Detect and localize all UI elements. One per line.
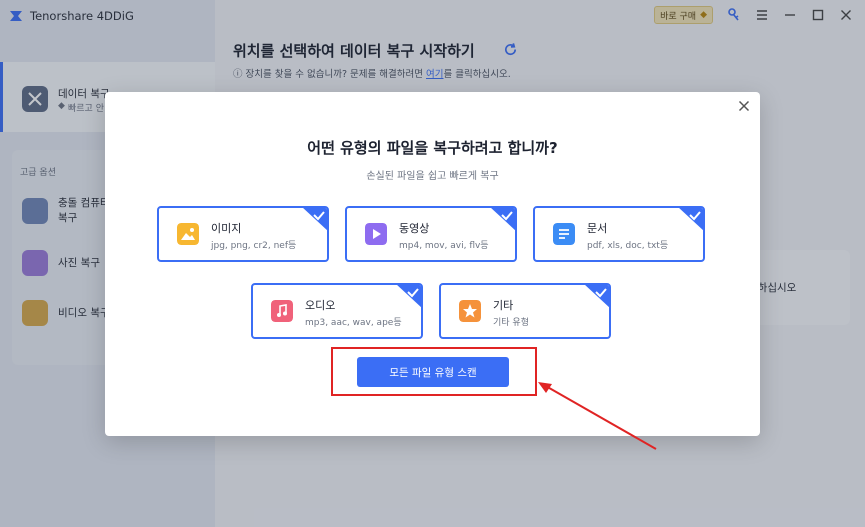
- file-type-name: 동영상: [399, 222, 430, 235]
- checkmark-icon: [397, 285, 421, 308]
- document-icon: [553, 223, 575, 245]
- file-type-name: 이미지: [211, 222, 242, 235]
- file-type-other[interactable]: 기타 기타 유형: [439, 283, 611, 339]
- checkmark-icon: [491, 208, 515, 231]
- dialog-close-icon[interactable]: [736, 98, 752, 114]
- file-type-name: 문서: [587, 222, 608, 235]
- file-type-name: 기타: [493, 299, 514, 312]
- file-type-image[interactable]: 이미지 jpg, png, cr2, nef등: [157, 206, 329, 262]
- video-icon: [365, 223, 387, 245]
- file-type-video[interactable]: 동영상 mp4, mov, avi, flv등: [345, 206, 517, 262]
- dialog-title: 어떤 유형의 파일을 복구하려고 합니까?: [307, 139, 558, 157]
- file-type-ext: mp4, mov, avi, flv등: [399, 241, 489, 251]
- checkmark-icon: [303, 208, 327, 231]
- file-type-ext: jpg, png, cr2, nef등: [211, 241, 297, 251]
- dialog-subtitle: 손실된 파일을 쉽고 빠르게 복구: [366, 171, 499, 182]
- scan-all-types-button[interactable]: 모든 파일 유형 스캔: [357, 357, 509, 387]
- file-type-audio[interactable]: 오디오 mp3, aac, wav, ape등: [251, 283, 423, 339]
- file-type-ext: mp3, aac, wav, ape등: [305, 318, 402, 328]
- checkmark-icon: [679, 208, 703, 231]
- star-icon: [459, 300, 481, 322]
- checkmark-icon: [585, 285, 609, 308]
- file-type-dialog: 어떤 유형의 파일을 복구하려고 합니까? 손실된 파일을 쉽고 빠르게 복구 …: [105, 92, 760, 436]
- file-type-name: 오디오: [305, 299, 336, 312]
- file-type-ext: pdf, xls, doc, txt등: [587, 241, 669, 251]
- file-type-document[interactable]: 문서 pdf, xls, doc, txt등: [533, 206, 705, 262]
- annotation-arrow-icon: [538, 382, 657, 450]
- image-icon: [177, 223, 199, 245]
- audio-icon: [271, 300, 293, 322]
- file-type-ext: 기타 유형: [493, 318, 529, 328]
